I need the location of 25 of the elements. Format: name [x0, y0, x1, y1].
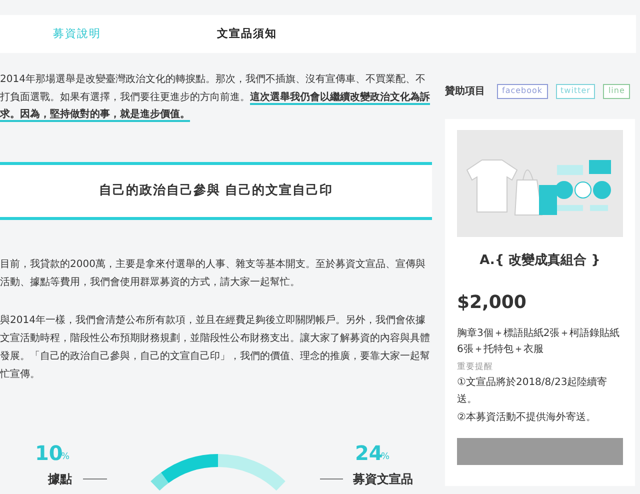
slice-label: 募資文宣品	[353, 472, 413, 484]
support-button[interactable]	[457, 438, 623, 465]
percent-sign: %	[381, 452, 390, 462]
share-button[interactable]: twitter	[556, 84, 596, 99]
tab[interactable]: 文宣品須知	[162, 26, 332, 42]
slice-label: 據點	[48, 472, 72, 484]
percent-value: 24	[355, 442, 383, 462]
share-button[interactable]: line	[603, 84, 630, 99]
notice-text: ①文宣品將於2018/8/23起陸續寄送。	[457, 376, 608, 407]
notice-text: ②本募資活動不提供海外寄送。	[457, 410, 597, 426]
share-button[interactable]: facebook	[497, 84, 548, 99]
percent-value: 10	[35, 442, 63, 462]
reward-title: A.{ 改變成真組合 }	[478, 252, 602, 270]
reward-description: 胸章3個＋標語貼紙2張＋柯語錄貼紙6張＋托特包＋衣服	[457, 326, 621, 357]
paragraph: 目前，我貸款的2000萬，主要是拿來付選舉的人事、雜支等基本開支。至於募資文宣品、宣傳與活動、據點等費用，我們會使用群眾募資的方式，請大家一起幫忙。	[0, 258, 426, 290]
percent-sign: %	[61, 452, 70, 462]
banner-title: 自己的政治自己參與 自己的文宣自己印	[98, 181, 334, 200]
intro-paragraph: 2014年那場選舉是改變臺灣政治文化的轉捩點。那次，我們不插旗、沒有宣傳車、不買業配、不打負面選戰。如果有選擇，我們要往更進步的方向前進。這次選舉我仍會以繼續改變政治文化為訴求。因為，堅持做對的事，就是進步價值。	[0, 72, 431, 124]
paragraph: 與2014年一樣，我們會清楚公布所有款項，並且在經費足夠後立即關閉帳戶。另外，我們會依據文宣活動時程，階段性公布預期財務規劃，並階段性公布財務支出。讓大家了解募資的內容與具體發展。「自己的政治自己參與，自己的文宣自己印」，我們的價值、理念的推廣，要靠大家一起幫忙宣傳。	[0, 314, 431, 382]
leader-line	[82, 478, 108, 479]
reward-price: $2,000	[457, 290, 528, 314]
leader-line	[320, 478, 344, 479]
notice-label: 重要提醒	[457, 360, 494, 374]
sidebar-heading: 贊助項目	[445, 84, 485, 99]
tab[interactable]: 募資說明	[0, 26, 162, 42]
